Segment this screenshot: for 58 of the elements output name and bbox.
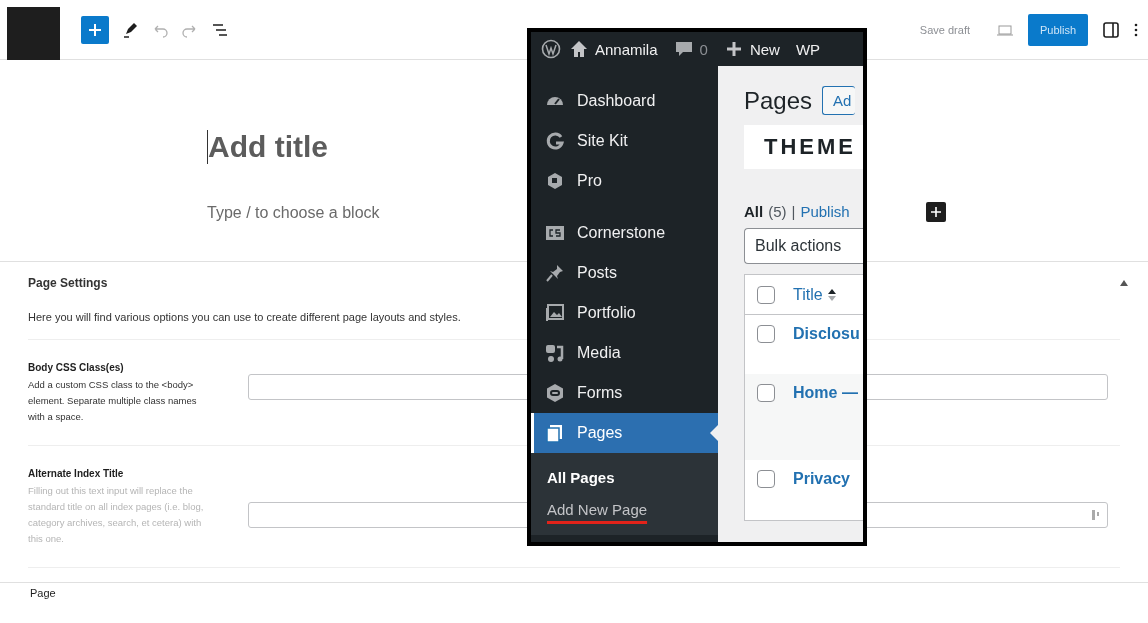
- comment-count[interactable]: 0: [699, 40, 708, 58]
- menu-item[interactable]: Pages: [531, 413, 718, 453]
- plus-icon: [88, 22, 102, 37]
- wordpress-logo-icon[interactable]: [541, 39, 561, 59]
- comment-icon: [673, 39, 694, 59]
- collapse-caret-icon[interactable]: [1120, 280, 1128, 286]
- filter-separator: |: [791, 203, 796, 220]
- field-help-text: Add a custom CSS class to the <body> element. Separate multiple class names with a space.: [28, 378, 198, 424]
- menu-item[interactable]: Site Kit: [531, 121, 718, 161]
- page-title-link[interactable]: Home —: [793, 384, 858, 402]
- menu-item[interactable]: Forms: [531, 373, 718, 413]
- field-label: Alternate Index Title: [28, 468, 125, 479]
- media-icon: [545, 343, 565, 363]
- filter-link[interactable]: Publish: [800, 203, 850, 220]
- add-block-button[interactable]: [926, 202, 946, 222]
- brand-banner: THEME: [744, 125, 863, 169]
- admin-bar-item[interactable]: WP: [795, 40, 821, 58]
- site-name-link[interactable]: Annamila: [595, 40, 658, 58]
- page-heading: Pages: [744, 86, 813, 115]
- field-help-text: Filling out this text input will replace the standard title on all index pages (i.e. blog, category archives, search, et cetera) with this one.: [28, 484, 205, 546]
- more-options-icon[interactable]: [1134, 21, 1138, 38]
- block-field[interactable]: Type / to choose a block: [207, 204, 507, 222]
- panel-title[interactable]: Page: [30, 587, 56, 599]
- cs-badge-icon: [545, 223, 565, 243]
- menu-item[interactable]: Posts: [531, 253, 718, 293]
- pencil-icon[interactable]: [121, 20, 139, 39]
- checkbox[interactable]: [757, 325, 775, 343]
- checkbox[interactable]: [757, 384, 775, 402]
- hexagon-icon: [545, 171, 565, 191]
- panel-title[interactable]: Page Settings: [28, 276, 108, 290]
- menu-item[interactable]: Pro: [531, 161, 718, 201]
- page-title-link[interactable]: Privacy: [793, 470, 850, 488]
- plus-icon: [931, 207, 941, 217]
- field-picker-icon[interactable]: [1091, 509, 1101, 521]
- submenu-item[interactable]: Add New Page: [547, 493, 718, 525]
- publish-button[interactable]: Publish: [1028, 13, 1088, 46]
- checkbox[interactable]: [757, 285, 775, 304]
- submenu-item[interactable]: All Pages: [547, 461, 718, 493]
- gallery-icon: [545, 303, 565, 323]
- add-page-button[interactable]: Ad: [822, 86, 856, 115]
- menu-item[interactable]: Dashboard: [531, 81, 718, 121]
- sort-icon: [827, 287, 836, 302]
- field-label: Body CSS Class(es): [28, 362, 125, 373]
- home-icon: [569, 39, 589, 59]
- column-header[interactable]: Title: [793, 285, 836, 304]
- filter-link[interactable]: All: [744, 203, 764, 220]
- title-field[interactable]: Add title: [207, 130, 508, 164]
- new-link[interactable]: New: [749, 40, 780, 58]
- sidebar-toggle-icon[interactable]: [1102, 20, 1120, 39]
- bulk-actions-dropdown[interactable]: Bulk actions: [744, 228, 863, 264]
- forms-icon: [545, 383, 565, 403]
- menu-item[interactable]: Cornerstone: [531, 213, 718, 253]
- g-letter-icon: [545, 131, 565, 151]
- page-title-link[interactable]: Disclosu: [793, 325, 860, 343]
- filter-count: (5): [768, 203, 787, 220]
- pin-icon: [545, 263, 565, 283]
- checkbox[interactable]: [757, 470, 775, 488]
- pages-icon: [545, 423, 565, 443]
